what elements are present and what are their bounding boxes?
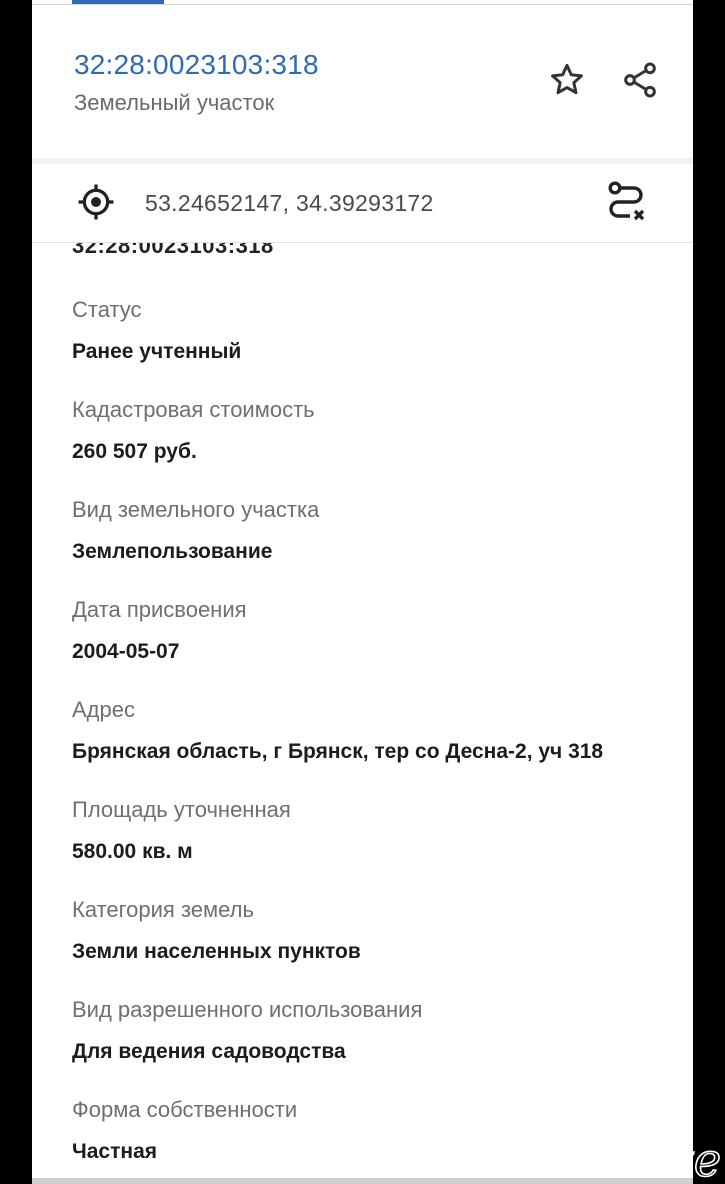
field-land-category: Категория земель Земли населенных пункто… xyxy=(72,895,673,967)
field-value: 260 507 руб. xyxy=(72,440,197,463)
field-status: Статус Ранее учтенный xyxy=(72,295,673,367)
top-divider xyxy=(32,4,693,5)
field-value: 2004-05-07 xyxy=(72,640,180,663)
share-button[interactable] xyxy=(618,58,662,102)
field-label: Вид земельного участка xyxy=(72,497,320,522)
field-label: Дата присвоения xyxy=(72,597,247,622)
field-label: Категория земель xyxy=(72,897,254,922)
field-area: Площадь уточненная 580.00 кв. м xyxy=(72,795,673,867)
details-list: 32:28:0023103:318 Статус Ранее учтенный … xyxy=(32,243,693,1184)
field-label: Вид разрешенного использования xyxy=(72,997,423,1022)
field-value: Земли населенных пунктов xyxy=(72,940,361,963)
cadastral-number: 32:28:0023103:318 xyxy=(74,49,319,80)
watermark-logo: Restate xyxy=(542,1126,722,1184)
field-label: Площадь уточненная xyxy=(72,797,291,822)
field-label: Кадастровая стоимость xyxy=(72,397,315,422)
route-icon[interactable] xyxy=(602,178,650,226)
field-value: Ранее учтенный xyxy=(72,340,242,363)
field-label: Адрес xyxy=(72,697,135,722)
field-label: Статус xyxy=(72,297,142,322)
header: 32:28:0023103:318 Земельный участок xyxy=(32,0,693,158)
share-icon xyxy=(624,62,656,98)
field-value: 580.00 кв. м xyxy=(72,840,193,863)
field-cadastral-value: Кадастровая стоимость 260 507 руб. xyxy=(72,395,673,467)
field-value: Брянская область, г Брянск, тер со Десна… xyxy=(72,740,604,763)
watermark-text: Restate xyxy=(543,1133,721,1184)
object-type: Земельный участок xyxy=(74,90,275,115)
phone-screen: 32:28:0023103:318 Земельный участок 53.2… xyxy=(32,0,693,1184)
coordinates-row[interactable]: 53.24652147, 34.39293172 xyxy=(32,164,693,243)
field-value: Для ведения садоводства xyxy=(72,1040,346,1063)
field-address: Адрес Брянская область, г Брянск, тер со… xyxy=(72,695,673,767)
field-value: Землепользование xyxy=(72,540,273,563)
details-cadastral-number: 32:28:0023103:318 xyxy=(72,243,274,258)
field-assignment-date: Дата присвоения 2004-05-07 xyxy=(72,595,673,667)
favorite-button[interactable] xyxy=(545,58,589,102)
coordinates-text: 53.24652147, 34.39293172 xyxy=(145,190,434,216)
star-icon xyxy=(551,63,583,95)
field-land-plot-type: Вид земельного участка Землепользование xyxy=(72,495,673,567)
target-icon xyxy=(78,184,114,220)
field-permitted-use: Вид разрешенного использования Для веден… xyxy=(72,995,673,1067)
